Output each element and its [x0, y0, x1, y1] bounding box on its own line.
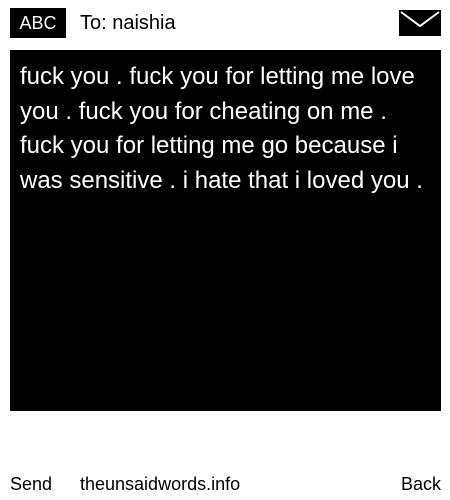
site-link[interactable]: theunsaidwords.info — [80, 470, 240, 498]
input-mode-indicator[interactable]: ABC — [10, 8, 66, 38]
back-button[interactable]: Back — [401, 470, 441, 498]
softkey-bar: Send theunsaidwords.info Back — [0, 470, 450, 498]
message-text: fuck you . fuck you for letting me love … — [20, 63, 423, 194]
send-button[interactable]: Send — [10, 470, 52, 498]
message-body-field[interactable]: fuck you . fuck you for letting me love … — [10, 50, 441, 411]
recipient-field[interactable]: To: naishia — [80, 8, 176, 38]
envelope-icon — [399, 10, 441, 36]
status-header: ABC To: naishia — [0, 0, 450, 44]
